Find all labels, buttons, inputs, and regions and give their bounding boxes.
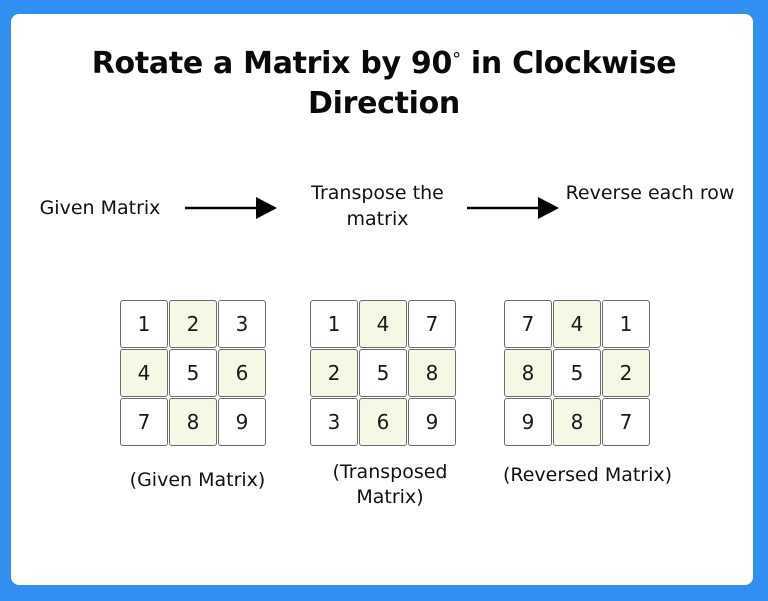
matrix-cell: 9 — [218, 398, 266, 446]
matrix-cell: 1 — [120, 300, 168, 348]
transposed-matrix-grid: 147 258 369 — [310, 300, 456, 446]
title-text-pre: Rotate a Matrix by 90 — [91, 46, 453, 81]
degree-symbol: ° — [452, 49, 461, 70]
step-transpose: Transpose the matrix — [311, 182, 444, 230]
arrow-head — [538, 197, 559, 219]
arrow-head — [256, 197, 277, 219]
given-matrix-caption: (Given Matrix) — [129, 469, 266, 491]
reversed-matrix-caption: (Reversed Matrix) — [502, 464, 673, 486]
matrix-cell: 4 — [553, 300, 601, 348]
right-arrow-icon — [185, 197, 277, 219]
matrix-cell: 4 — [359, 300, 407, 348]
matrix-cell: 7 — [120, 398, 168, 446]
matrix-cell: 3 — [310, 398, 358, 446]
matrix-cell: 3 — [218, 300, 266, 348]
matrix-cell: 5 — [359, 349, 407, 397]
matrix-cell: 9 — [504, 398, 552, 446]
matrix-cell: 8 — [553, 398, 601, 446]
step-given-matrix: Given Matrix — [39, 197, 161, 219]
given-matrix-grid: 123 456 789 — [120, 300, 266, 446]
matrix-cell: 2 — [169, 300, 217, 348]
title-line1: Rotate a Matrix by 90° in Clockwise — [92, 46, 677, 81]
matrix-cell: 8 — [504, 349, 552, 397]
matrix-cell: 1 — [310, 300, 358, 348]
matrix-cell: 8 — [169, 398, 217, 446]
matrix-cell: 7 — [504, 300, 552, 348]
title-text-post: in Clockwise — [460, 46, 677, 81]
step-reverse-rows: Reverse each row — [565, 182, 735, 204]
matrix-cell: 8 — [408, 349, 456, 397]
matrix-cell: 9 — [408, 398, 456, 446]
matrix-cell: 2 — [602, 349, 650, 397]
diagram-title: Rotate a Matrix by 90° in Clockwise Dire… — [0, 44, 768, 124]
matrix-cell: 7 — [602, 398, 650, 446]
reversed-matrix-grid: 741852987 — [504, 300, 650, 446]
matrix-cell: 6 — [359, 398, 407, 446]
matrix-cell: 1 — [602, 300, 650, 348]
title-line2: Direction — [307, 86, 460, 121]
right-arrow-icon — [467, 197, 559, 219]
matrix-cell: 6 — [218, 349, 266, 397]
matrix-cell: 2 — [310, 349, 358, 397]
matrix-cell: 7 — [408, 300, 456, 348]
matrix-cell: 4 — [120, 349, 168, 397]
matrix-cell: 5 — [553, 349, 601, 397]
matrix-cell: 5 — [169, 349, 217, 397]
transposed-matrix-caption: (Transposed Matrix) — [332, 461, 448, 508]
